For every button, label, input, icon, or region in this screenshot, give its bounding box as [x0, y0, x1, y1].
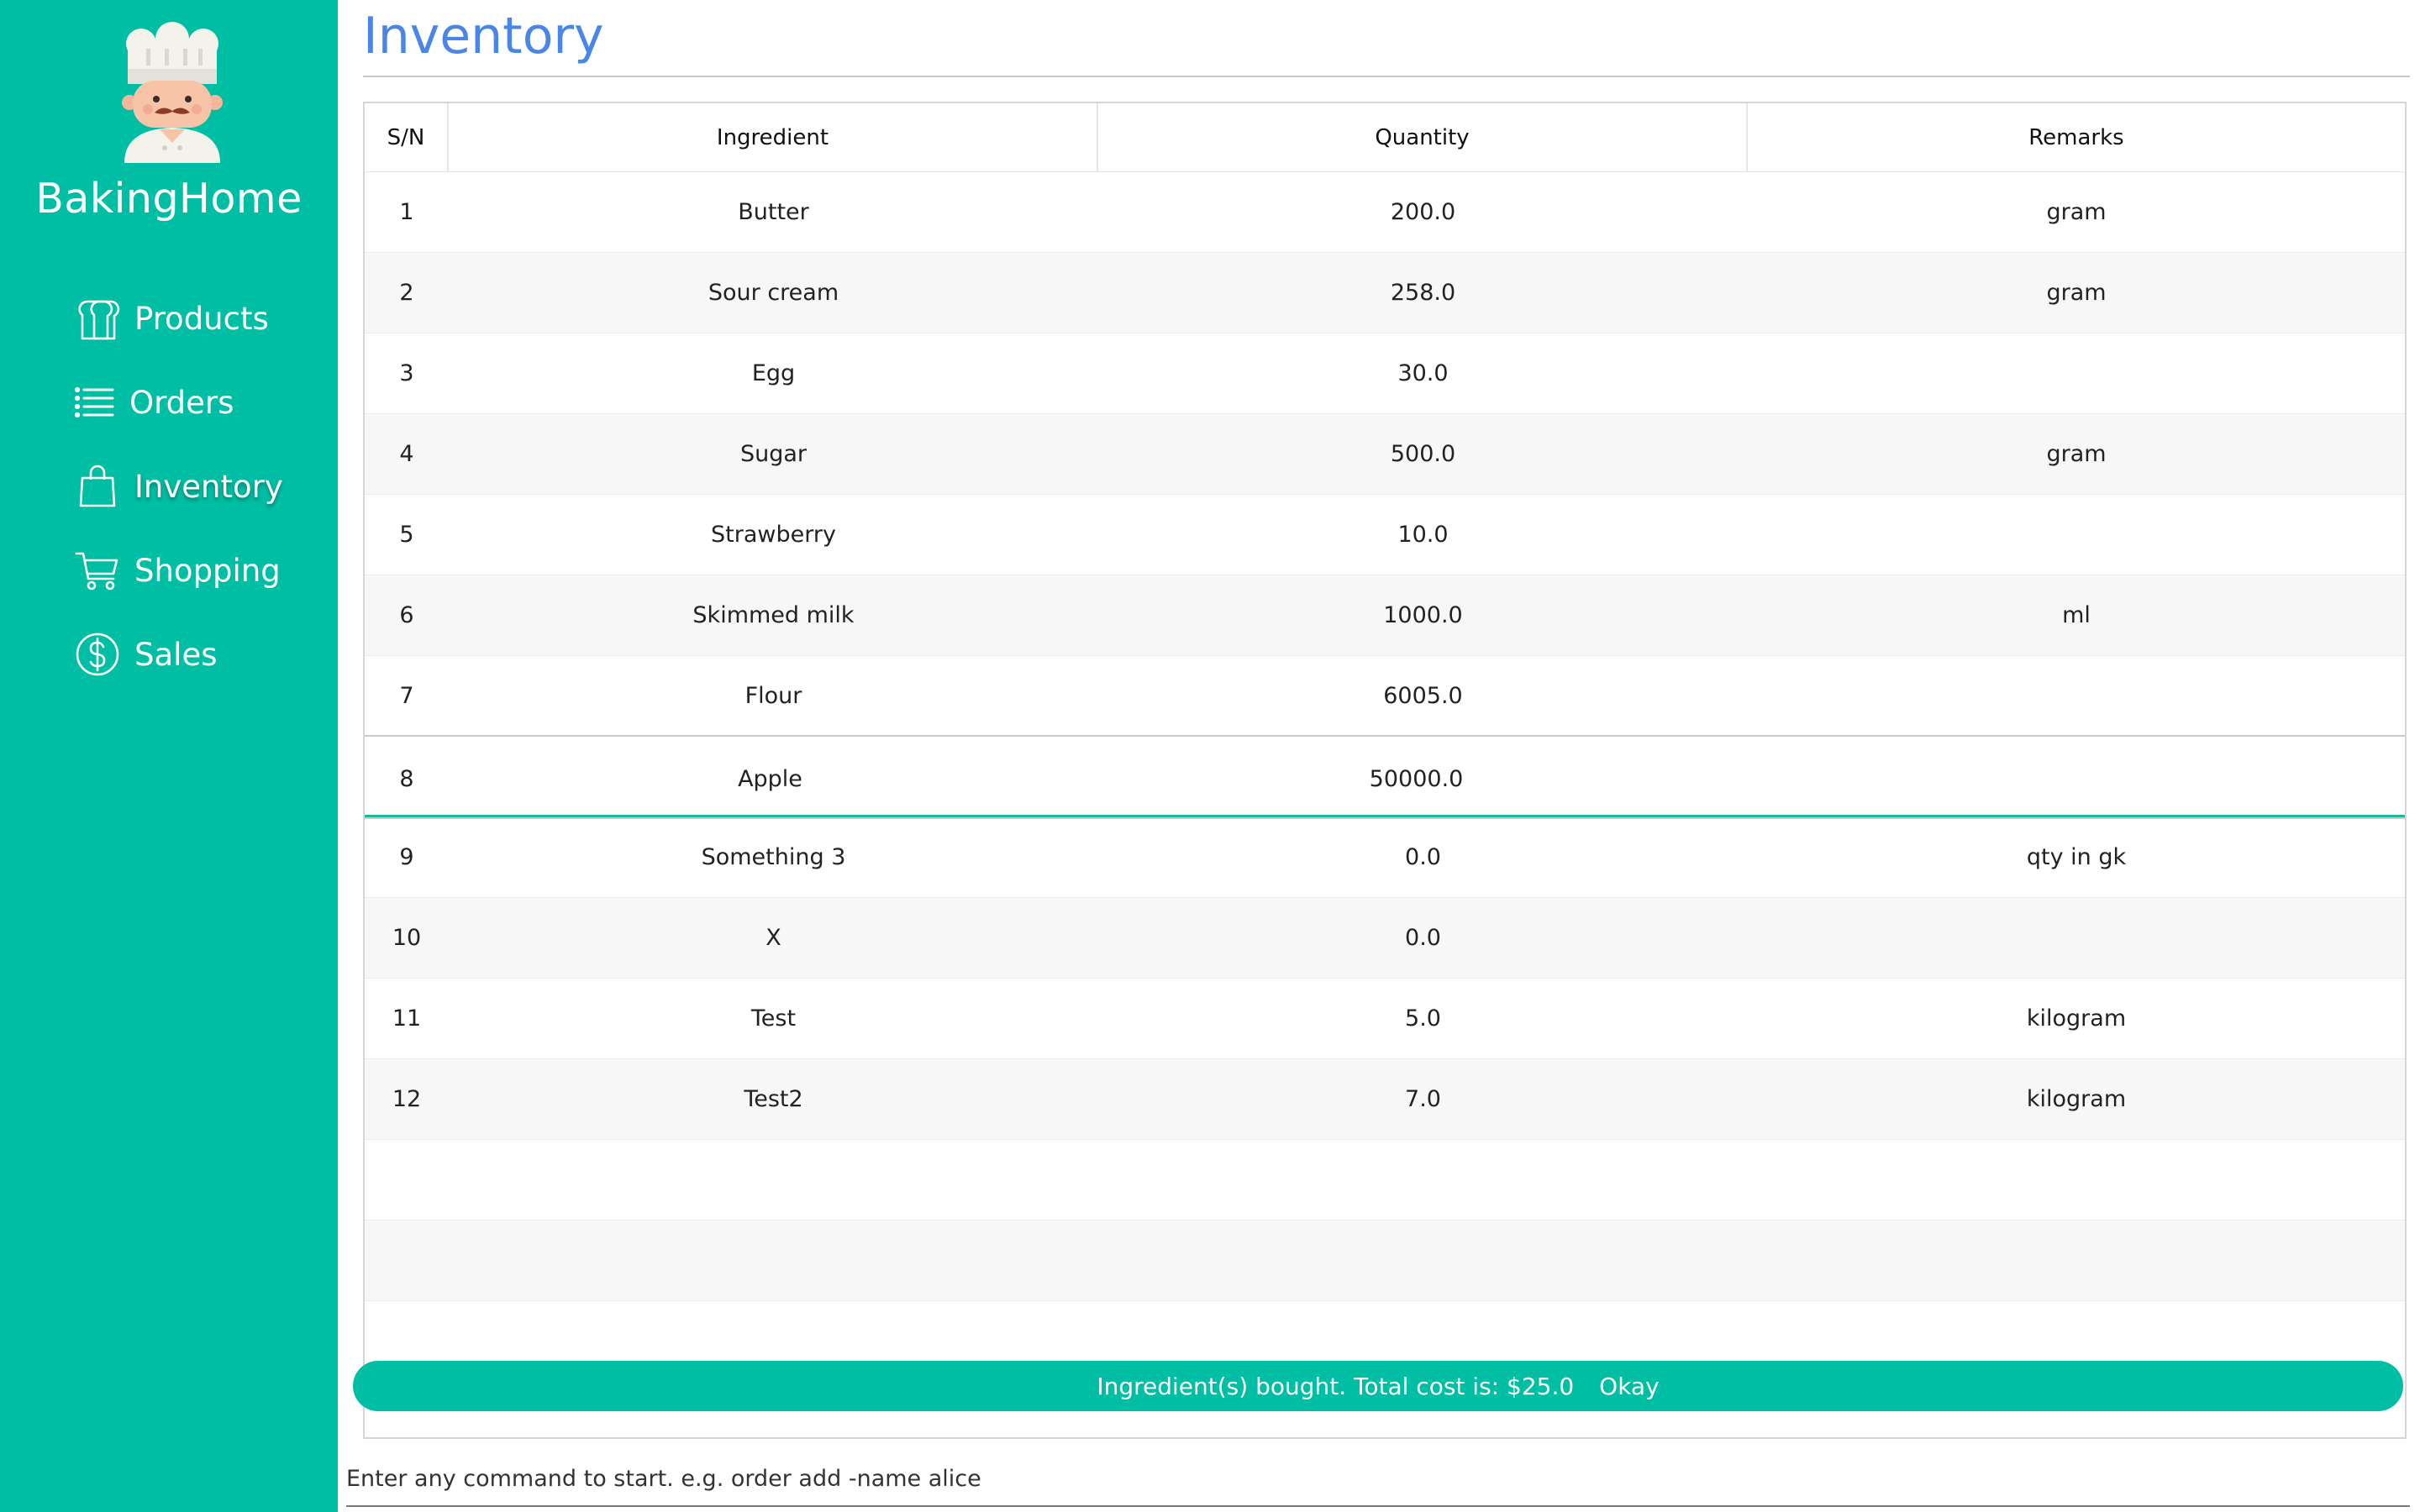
title-divider	[363, 76, 2410, 77]
table-header: S/N Ingredient Quantity Remarks	[365, 103, 2405, 172]
table-row[interactable]: 9 Something 3 0.0 qty in gk	[365, 817, 2405, 898]
column-header-quantity[interactable]: Quantity	[1098, 103, 1748, 172]
cell-sn: 10	[392, 925, 422, 951]
cell-remarks: kilogram	[2026, 1086, 2127, 1112]
cell-sn: 1	[399, 199, 414, 225]
cell-ingredient: Skimmed milk	[692, 602, 855, 628]
cell-ingredient: Sour cream	[708, 280, 839, 306]
table-body: 1 Butter 200.0 gram 2 Sour cream 258.0 g…	[365, 172, 2405, 1382]
cell-ingredient: Flour	[744, 683, 802, 709]
cell-sn: 9	[399, 844, 414, 870]
cell-remarks	[1748, 898, 2405, 978]
cart-icon	[71, 543, 124, 597]
cell-sn: 7	[399, 683, 414, 709]
nav-item-sales[interactable]: Sales	[71, 625, 217, 684]
cell-ingredient: Something 3	[701, 844, 846, 870]
cell-ingredient: Apple	[738, 766, 802, 792]
table-row[interactable]: 1 Butter 200.0 gram	[365, 172, 2405, 253]
cell-quantity: 200.0	[1390, 199, 1456, 225]
cell-remarks	[1748, 656, 2405, 736]
column-header-remarks[interactable]: Remarks	[1748, 103, 2405, 172]
table-row-empty	[365, 1140, 2405, 1221]
cell-quantity: 30.0	[1397, 360, 1449, 386]
table-row[interactable]: 4 Sugar 500.0 gram	[365, 414, 2405, 495]
table-row[interactable]: 2 Sour cream 258.0 gram	[365, 253, 2405, 333]
page-title: Inventory	[363, 7, 604, 66]
cell-remarks: gram	[2046, 280, 2107, 306]
list-icon	[71, 375, 119, 429]
okay-button[interactable]: Okay	[1599, 1373, 1660, 1400]
cell-quantity: 0.0	[1405, 844, 1441, 870]
cell-quantity: 6005.0	[1383, 683, 1463, 709]
cell-ingredient: Strawberry	[711, 522, 836, 548]
nav-label-orders: Orders	[129, 384, 234, 421]
cell-sn: 4	[399, 441, 414, 467]
table-row[interactable]: 5 Strawberry 10.0	[365, 495, 2405, 575]
column-header-sn[interactable]: S/N	[365, 103, 449, 172]
cell-quantity: 50000.0	[1369, 766, 1464, 792]
cell-remarks: gram	[2046, 199, 2107, 225]
cell-ingredient: Butter	[738, 199, 809, 225]
cell-sn: 12	[392, 1086, 422, 1112]
brand-name: BakingHome	[35, 175, 302, 223]
cell-sn: 2	[399, 280, 414, 306]
cell-remarks: kilogram	[2026, 1005, 2127, 1032]
nav-label-inventory: Inventory	[134, 468, 283, 505]
nav-item-shopping[interactable]: Shopping	[71, 541, 281, 600]
table-row[interactable]: 10 X 0.0	[365, 898, 2405, 979]
sidebar: BakingHome Products Orders Inventory Sho…	[0, 0, 338, 1512]
bread-icon	[71, 291, 124, 345]
table-row[interactable]: 7 Flour 6005.0	[365, 656, 2405, 737]
nav-item-products[interactable]: Products	[71, 289, 269, 348]
cell-quantity: 1000.0	[1383, 602, 1463, 628]
nav-label-shopping: Shopping	[134, 552, 281, 589]
cell-quantity: 500.0	[1390, 441, 1456, 467]
table-row[interactable]: 3 Egg 30.0	[365, 333, 2405, 414]
cell-sn: 5	[399, 522, 414, 548]
column-header-ingredient[interactable]: Ingredient	[449, 103, 1098, 172]
chef-logo-icon	[122, 22, 223, 163]
notification-snackbar: Ingredient(s) bought. Total cost is: $25…	[353, 1361, 2403, 1411]
cell-quantity: 5.0	[1405, 1005, 1441, 1032]
table-row[interactable]: 11 Test 5.0 kilogram	[365, 979, 2405, 1059]
inventory-table[interactable]: S/N Ingredient Quantity Remarks 1 Butter…	[363, 102, 2407, 1439]
table-row[interactable]: 12 Test2 7.0 kilogram	[365, 1059, 2405, 1140]
cell-remarks: gram	[2046, 441, 2107, 467]
cell-sn: 8	[399, 766, 414, 792]
nav-label-products: Products	[134, 300, 269, 337]
cell-remarks: ml	[2062, 602, 2091, 628]
cell-ingredient: Egg	[751, 360, 796, 386]
table-row[interactable]: 6 Skimmed milk 1000.0 ml	[365, 575, 2405, 656]
cell-sn: 6	[399, 602, 414, 628]
notification-message: Ingredient(s) bought. Total cost is: $25…	[1097, 1372, 1575, 1400]
cell-sn: 3	[399, 360, 414, 386]
cell-quantity: 0.0	[1405, 925, 1441, 951]
cell-quantity: 7.0	[1405, 1086, 1441, 1112]
cell-quantity: 258.0	[1390, 280, 1456, 306]
cell-remarks	[1748, 495, 2405, 575]
nav-item-inventory[interactable]: Inventory	[71, 457, 283, 516]
cell-ingredient: Sugar	[739, 441, 808, 467]
cell-remarks	[1748, 737, 2405, 815]
cell-ingredient: Test	[750, 1005, 797, 1032]
nav-item-orders[interactable]: Orders	[71, 373, 234, 432]
nav-label-sales: Sales	[134, 636, 218, 673]
shopping-bag-icon	[71, 459, 124, 513]
cell-ingredient: Test2	[744, 1086, 803, 1112]
table-row-empty	[365, 1221, 2405, 1301]
table-row-selected[interactable]: 8 Apple 50000.0	[365, 735, 2405, 819]
cell-quantity: 10.0	[1397, 522, 1449, 548]
cell-sn: 11	[392, 1005, 422, 1032]
cell-remarks: qty in gk	[2026, 844, 2127, 870]
command-input[interactable]	[346, 1452, 2410, 1507]
cell-remarks	[1748, 333, 2405, 413]
dollar-icon	[71, 627, 124, 681]
cell-ingredient: X	[765, 925, 781, 951]
